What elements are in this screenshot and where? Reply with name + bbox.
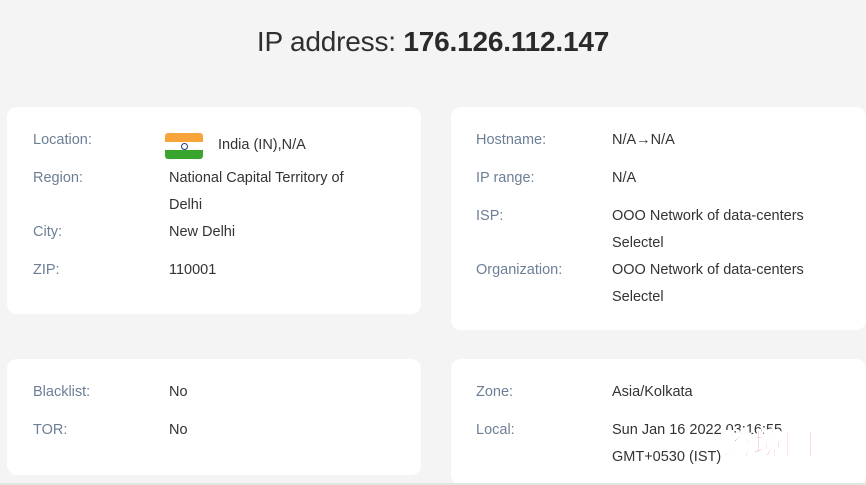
region-label: Region: [33,170,83,186]
local-time-value-line2: GMT+0530 (IST) [612,449,722,465]
location-value: India (IN),N/A [218,137,306,153]
network-info-card: Hostname: N/A→N/A IP range: N/A ISP: OOO… [451,107,866,330]
organization-value-line1: OOO Network of data-centers [612,262,804,278]
isp-label: ISP: [476,208,504,224]
hostname-label: Hostname: [476,132,547,148]
page-title: IP address: 176.126.112.147 [0,26,866,58]
ip-address-value: 176.126.112.147 [403,26,610,57]
isp-value-line2: Selectel [612,235,664,251]
ip-range-label: IP range: [476,170,535,186]
zone-label: Zone: [476,384,514,400]
local-time-label: Local: [476,422,515,438]
hostname-value: N/A→N/A [612,132,675,148]
india-flag-icon [165,133,203,159]
geo-info-card: Location: India (IN),N/A Region: Nationa… [7,107,421,314]
organization-label: Organization: [476,262,563,278]
security-info-card: Blacklist: No TOR: No [7,359,421,475]
zip-label: ZIP: [33,262,60,278]
region-value-line1: National Capital Territory of [169,170,344,186]
isp-value-line1: OOO Network of data-centers [612,208,804,224]
blacklist-label: Blacklist: [33,384,91,400]
zip-value: 110001 [169,262,217,278]
region-value-line2: Delhi [169,197,203,213]
tor-value: No [169,422,188,438]
blacklist-value: No [169,384,188,400]
city-label: City: [33,224,62,240]
title-prefix: IP address: [256,26,396,57]
ip-range-value: N/A [612,170,637,186]
tor-label: TOR: [33,422,68,438]
zone-value: Asia/Kolkata [612,384,693,400]
city-value: New Delhi [169,224,236,240]
watermark-logo: 跨境圈 [722,429,815,463]
organization-value-line2: Selectel [612,289,664,305]
location-label: Location: [33,132,92,148]
